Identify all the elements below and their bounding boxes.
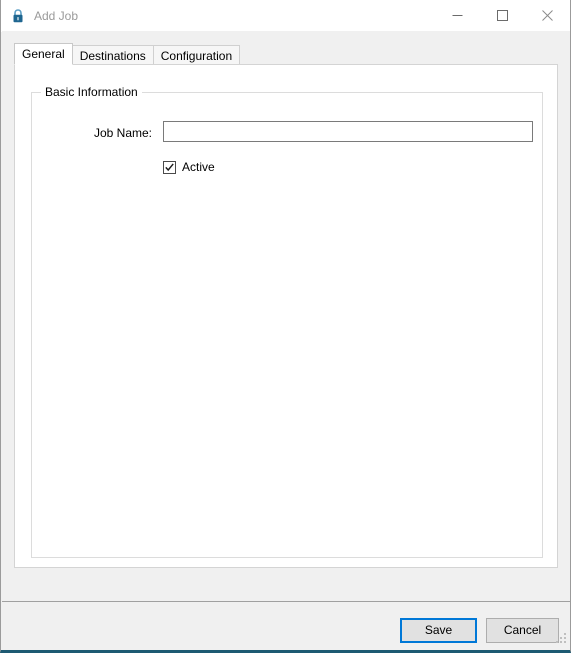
basic-information-legend: Basic Information bbox=[41, 85, 142, 99]
tab-configuration[interactable]: Configuration bbox=[152, 45, 241, 65]
lock-icon bbox=[10, 8, 26, 24]
job-name-input[interactable] bbox=[163, 121, 533, 142]
minimize-icon[interactable] bbox=[435, 0, 480, 31]
title-bar-left: Add Job bbox=[10, 0, 78, 31]
tab-content-general: Basic Information Job Name: Active bbox=[14, 64, 558, 568]
tab-general-label: General bbox=[22, 47, 65, 61]
active-checkbox-row[interactable]: Active bbox=[163, 160, 215, 174]
active-checkbox[interactable] bbox=[163, 160, 176, 174]
maximize-icon[interactable] bbox=[480, 0, 525, 31]
resize-grip-icon[interactable] bbox=[556, 633, 568, 645]
window-title: Add Job bbox=[34, 8, 79, 23]
dialog-footer: Save Cancel bbox=[2, 602, 570, 650]
window-controls bbox=[435, 0, 570, 31]
title-bar: Add Job bbox=[1, 0, 570, 32]
active-checkbox-label: Active bbox=[182, 160, 215, 174]
tab-list: General Destinations Configuration bbox=[14, 43, 241, 65]
cancel-button[interactable]: Cancel bbox=[486, 618, 559, 643]
basic-information-group: Basic Information Job Name: Active bbox=[31, 85, 543, 558]
tab-destinations[interactable]: Destinations bbox=[71, 45, 154, 65]
tab-destinations-label: Destinations bbox=[79, 49, 146, 63]
save-button[interactable]: Save bbox=[400, 618, 477, 643]
tab-general[interactable]: General bbox=[14, 43, 73, 65]
close-icon[interactable] bbox=[525, 0, 570, 31]
tab-configuration-label: Configuration bbox=[160, 49, 233, 63]
job-name-label: Job Name: bbox=[93, 126, 152, 140]
add-job-dialog-window: Add Job General Destinations Configurati… bbox=[0, 0, 571, 653]
